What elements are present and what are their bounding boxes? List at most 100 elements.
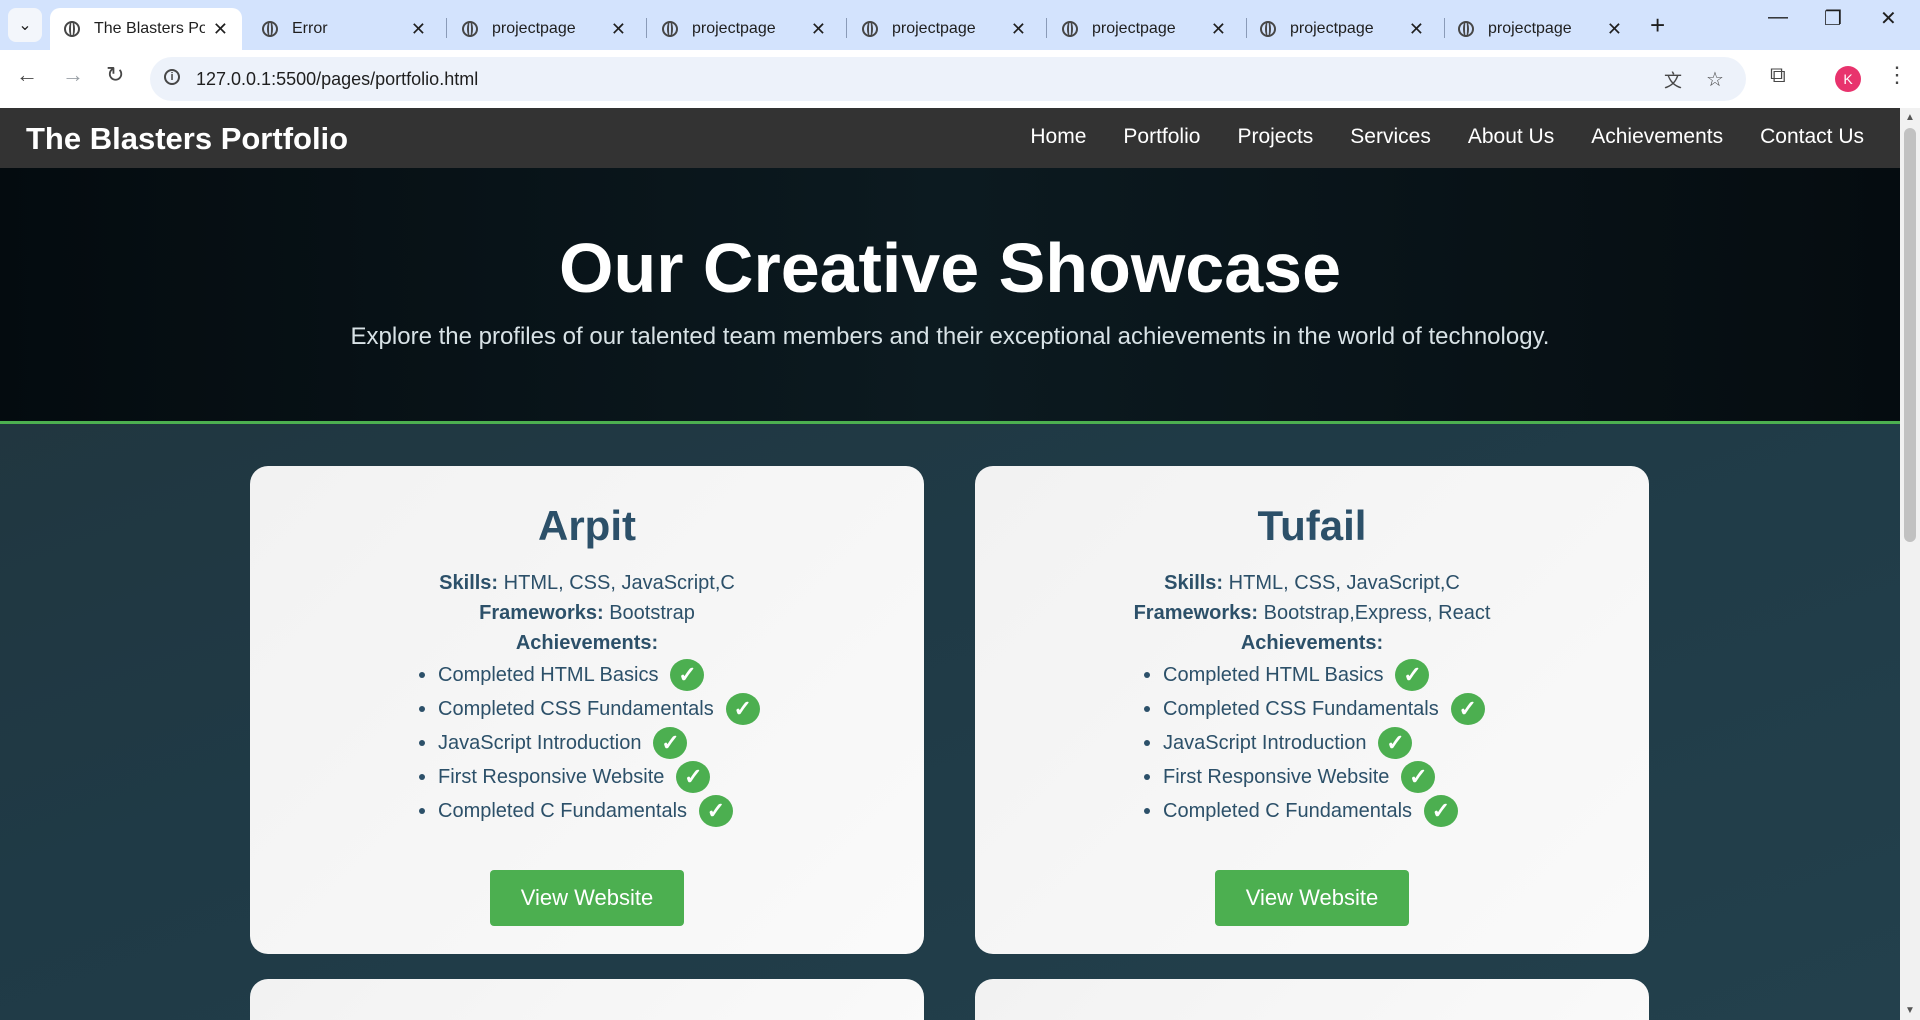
page-viewport: The Blasters Portfolio Home Portfolio Pr… [0, 108, 1900, 1020]
checkmark-icon: ✓ [653, 727, 688, 759]
member-card-tufail: Tufail Skills: HTML, CSS, JavaScript,C F… [975, 466, 1649, 954]
close-icon[interactable]: ✕ [1607, 19, 1622, 40]
globe-icon [662, 21, 678, 37]
address-bar[interactable]: i 127.0.0.1:5500/pages/portfolio.html 文 … [150, 57, 1746, 101]
view-website-button[interactable]: View Website [490, 870, 684, 926]
nav-link-projects[interactable]: Projects [1237, 125, 1313, 149]
view-website-button[interactable]: View Website [1215, 870, 1409, 926]
chevron-down-icon: ⌄ [18, 17, 32, 34]
bullet-icon [1144, 808, 1150, 814]
translate-icon[interactable]: 文 [1664, 67, 1682, 93]
tab-4[interactable]: projectpage ✕ [848, 8, 1040, 50]
achievement-text: Completed HTML Basics [438, 664, 659, 686]
tab-title: Error [292, 20, 328, 37]
bullet-icon [1144, 774, 1150, 780]
forward-arrow-icon[interactable]: → [62, 62, 84, 88]
member-card-arpit: Arpit Skills: HTML, CSS, JavaScript,C Fr… [250, 466, 924, 954]
close-icon[interactable]: ✕ [1409, 19, 1424, 40]
tab-separator [446, 18, 447, 38]
achievement-text: Completed C Fundamentals [1163, 800, 1413, 822]
tab-title: projectpage [692, 20, 776, 37]
tab-7[interactable]: projectpage ✕ [1444, 8, 1636, 50]
nav-link-achievements[interactable]: Achievements [1591, 125, 1723, 149]
close-icon[interactable]: ✕ [1211, 19, 1226, 40]
tab-3[interactable]: projectpage ✕ [648, 8, 840, 50]
tab-0[interactable]: The Blasters Port ✕ [50, 8, 242, 50]
frameworks-value: Bootstrap,Express, React [1263, 602, 1491, 624]
list-item: First Responsive Website ✓ [419, 760, 760, 794]
site-nav-links: Home Portfolio Projects Services About U… [993, 125, 1864, 149]
nav-link-about-us[interactable]: About Us [1468, 125, 1554, 149]
list-item: Completed CSS Fundamentals ✓ [419, 692, 760, 726]
bookmark-star-icon[interactable]: ☆ [1706, 67, 1724, 92]
achievement-text: Completed CSS Fundamentals [438, 698, 714, 720]
tab-5[interactable]: projectpage ✕ [1048, 8, 1240, 50]
extensions-puzzle-icon[interactable]: ⧉ [1770, 62, 1786, 88]
member-name: Arpit [538, 502, 636, 549]
list-item: Completed HTML Basics ✓ [419, 658, 760, 692]
nav-link-contact-us[interactable]: Contact Us [1760, 125, 1864, 149]
checkmark-icon: ✓ [1424, 795, 1459, 827]
checkmark-icon: ✓ [1401, 761, 1436, 793]
site-navbar: The Blasters Portfolio Home Portfolio Pr… [0, 108, 1900, 168]
site-info-icon[interactable]: i [164, 69, 180, 85]
tab-title: projectpage [1290, 20, 1374, 37]
tab-1[interactable]: Error ✕ [248, 8, 440, 50]
scroll-down-arrow-icon[interactable]: ▼ [1905, 1005, 1915, 1016]
page-scrollbar[interactable]: ▲ ▼ [1900, 108, 1920, 1020]
close-icon[interactable]: ✕ [411, 19, 426, 40]
checkmark-icon: ✓ [676, 761, 711, 793]
new-tab-plus-icon[interactable]: + [1650, 10, 1665, 41]
globe-icon [64, 21, 80, 37]
nav-link-home[interactable]: Home [1030, 125, 1086, 149]
checkmark-icon: ✓ [1378, 727, 1413, 759]
window-close-icon[interactable]: ✕ [1880, 6, 1897, 31]
reload-icon[interactable]: ↻ [106, 62, 124, 88]
list-item: Completed HTML Basics ✓ [1144, 658, 1485, 692]
member-info: Skills: HTML, CSS, JavaScript,C Framewor… [975, 568, 1649, 658]
restore-icon[interactable]: ❐ [1824, 6, 1842, 31]
skills-value: HTML, CSS, JavaScript,C [503, 572, 735, 594]
close-icon[interactable]: ✕ [213, 19, 228, 40]
tab-separator [1046, 18, 1047, 38]
hero-subtitle: Explore the profiles of our talented tea… [350, 323, 1550, 350]
minimize-icon[interactable]: — [1768, 6, 1788, 29]
close-icon[interactable]: ✕ [611, 19, 626, 40]
achievement-text: First Responsive Website [1163, 766, 1390, 788]
nav-link-portfolio[interactable]: Portfolio [1123, 125, 1200, 149]
tab-search-button[interactable]: ⌄ [8, 8, 42, 42]
close-icon[interactable]: ✕ [1011, 19, 1026, 40]
tab-strip: ⌄ The Blasters Port ✕ Error ✕ projectpag… [0, 0, 1920, 50]
list-item: Completed C Fundamentals ✓ [419, 794, 760, 828]
back-arrow-icon[interactable]: ← [16, 62, 38, 88]
scrollbar-thumb[interactable] [1904, 128, 1916, 542]
achievement-text: Completed CSS Fundamentals [1163, 698, 1439, 720]
bullet-icon [1144, 672, 1150, 678]
profile-avatar[interactable]: K [1835, 66, 1861, 92]
tab-title: The Blasters Port [94, 20, 205, 37]
url-text[interactable]: 127.0.0.1:5500/pages/portfolio.html [196, 69, 478, 90]
bullet-icon [419, 706, 425, 712]
globe-icon [462, 21, 478, 37]
checkmark-icon: ✓ [699, 795, 734, 827]
achievement-text: Completed HTML Basics [1163, 664, 1384, 686]
achievements-label: Achievements: [515, 632, 659, 654]
list-item: Completed CSS Fundamentals ✓ [1144, 692, 1485, 726]
list-item: JavaScript Introduction ✓ [1144, 726, 1485, 760]
checkmark-icon: ✓ [725, 693, 760, 725]
checkmark-icon: ✓ [1450, 693, 1485, 725]
achievements-list: Completed HTML Basics ✓ Completed CSS Fun… [419, 658, 760, 828]
nav-link-services[interactable]: Services [1350, 125, 1431, 149]
close-icon[interactable]: ✕ [811, 19, 826, 40]
scroll-up-arrow-icon[interactable]: ▲ [1905, 112, 1915, 123]
hero-title: Our Creative Showcase [559, 229, 1341, 307]
tab-2[interactable]: projectpage ✕ [448, 8, 640, 50]
tab-6[interactable]: projectpage ✕ [1246, 8, 1438, 50]
achievement-text: Completed C Fundamentals [438, 800, 688, 822]
site-logo[interactable]: The Blasters Portfolio [26, 121, 348, 157]
achievements-list: Completed HTML Basics ✓ Completed CSS Fun… [1144, 658, 1485, 828]
menu-kebab-icon[interactable]: ⋮ [1886, 62, 1908, 88]
globe-icon [1458, 21, 1474, 37]
list-item: Completed C Fundamentals ✓ [1144, 794, 1485, 828]
member-card-partial [975, 979, 1649, 1020]
